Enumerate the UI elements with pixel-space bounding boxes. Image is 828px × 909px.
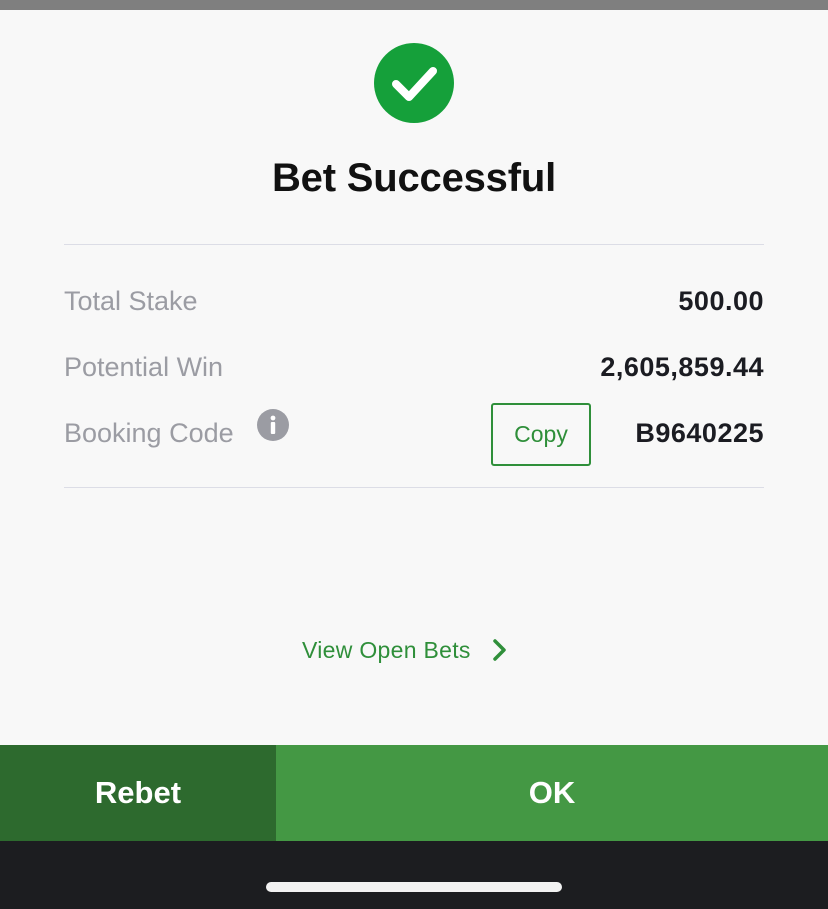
- info-icon[interactable]: [257, 409, 289, 441]
- ok-button[interactable]: OK: [276, 745, 828, 841]
- dialog-title: Bet Successful: [272, 156, 556, 200]
- view-open-bets-label: View Open Bets: [302, 636, 471, 663]
- chevron-right-icon: [489, 638, 509, 662]
- home-indicator-bar[interactable]: [266, 882, 562, 892]
- booking-code-label: Booking Code: [64, 418, 234, 448]
- booking-code-value: B9640225: [635, 418, 764, 448]
- total-stake-label: Total Stake: [64, 286, 198, 316]
- view-open-bets-link[interactable]: View Open Bets: [302, 633, 509, 667]
- total-stake-value: 500.00: [678, 286, 764, 316]
- potential-win-value: 2,605,859.44: [600, 352, 764, 382]
- check-circle-icon: [374, 43, 454, 123]
- summary-divider-top: [64, 244, 764, 245]
- rebet-button[interactable]: Rebet: [0, 745, 276, 841]
- summary-divider-bottom: [64, 487, 764, 488]
- home-indicator-area: [0, 841, 828, 909]
- copy-booking-code-button[interactable]: Copy: [491, 403, 591, 466]
- potential-win-label: Potential Win: [64, 352, 224, 382]
- top-overlay-strip: [0, 0, 828, 10]
